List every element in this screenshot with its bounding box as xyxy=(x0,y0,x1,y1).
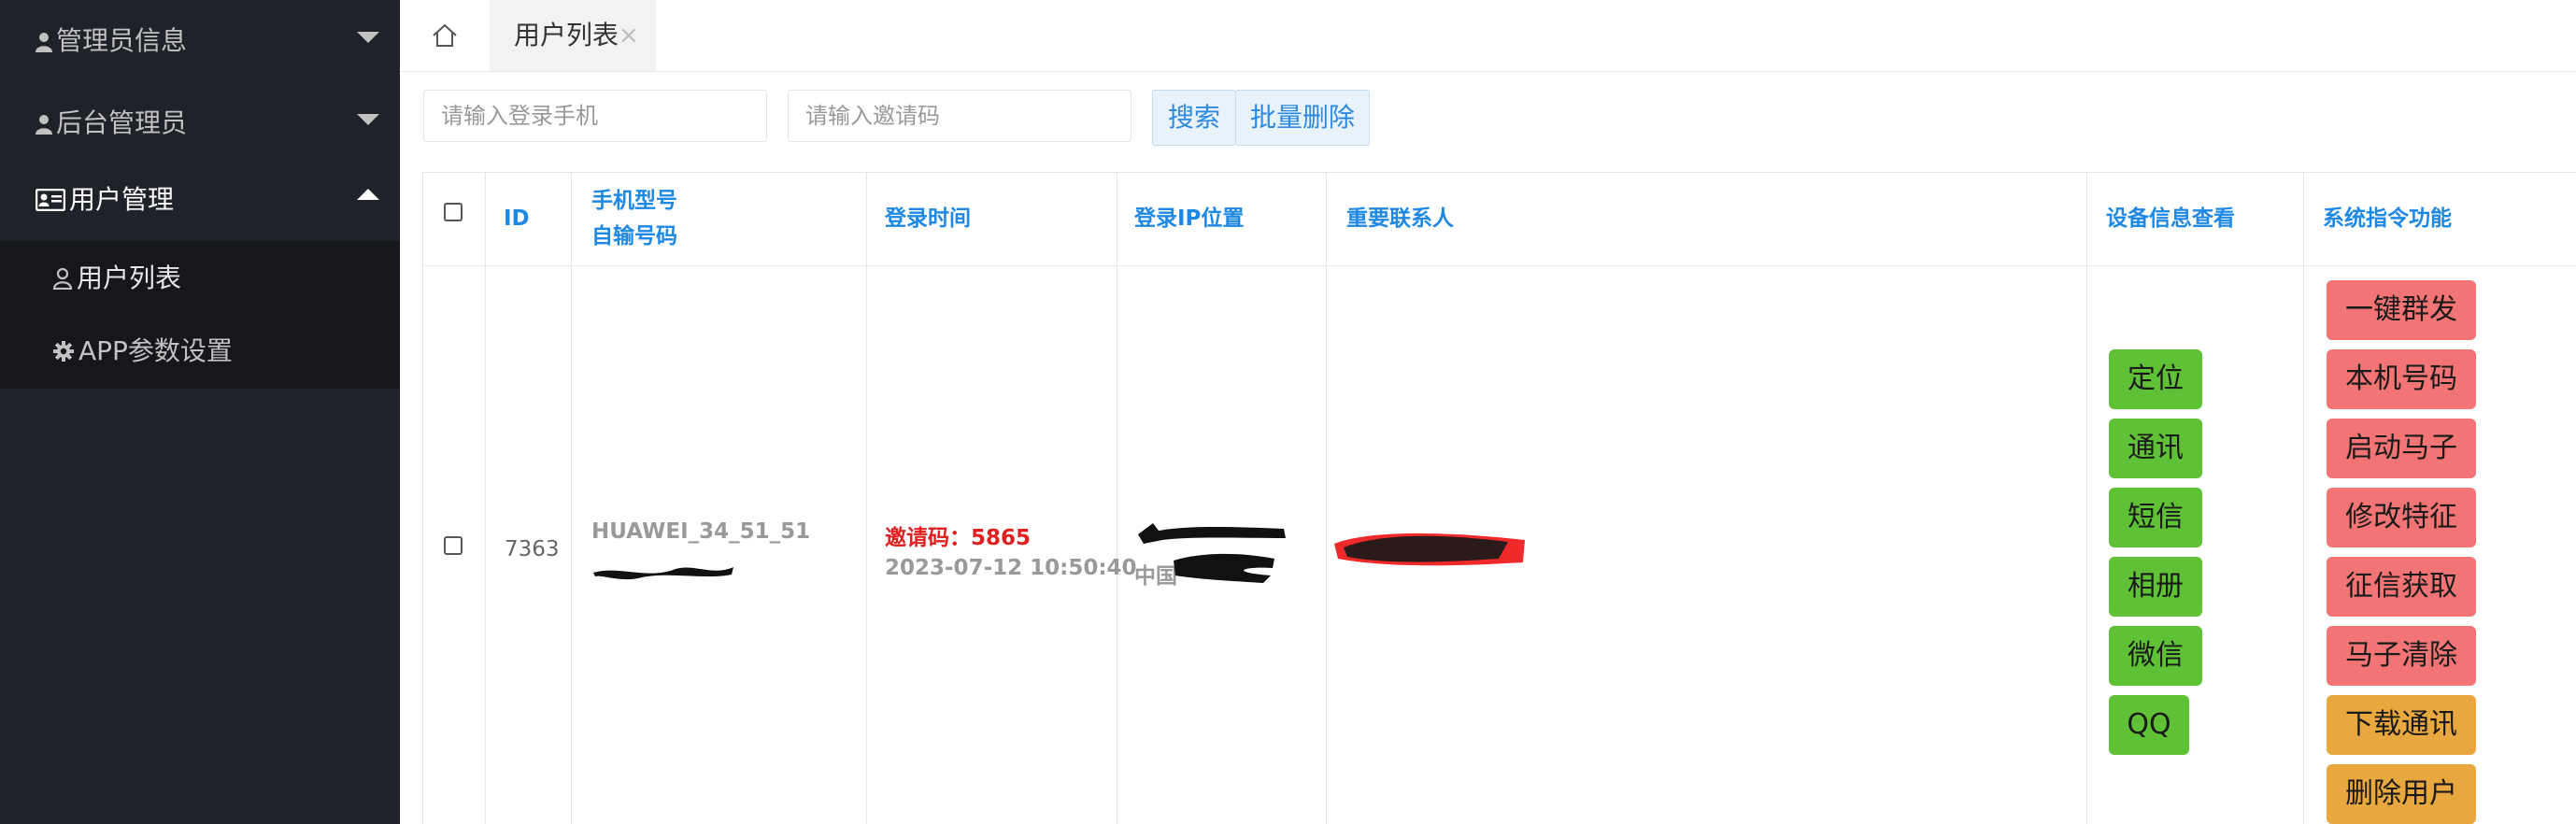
trojan-clear-button[interactable]: 马子清除 xyxy=(2327,626,2476,686)
redacted-contacts xyxy=(1334,533,1525,566)
row-login-time: 2023-07-12 10:50:40 xyxy=(885,556,1137,580)
tab-user-list[interactable]: 用户列表 × xyxy=(490,0,656,71)
row-model: HUAWEI_34_51_51 xyxy=(591,519,811,544)
select-all-checkbox[interactable] xyxy=(444,203,463,221)
sidebar-item-label: APP参数设置 xyxy=(78,335,233,366)
header-device-info: 设备信息查看 xyxy=(2106,206,2235,231)
header-model-sub: 自输号码 xyxy=(591,224,677,249)
sms-button[interactable]: 短信 xyxy=(2109,488,2202,547)
table-border xyxy=(422,172,2576,173)
table-border xyxy=(422,265,2576,266)
gear-icon xyxy=(53,341,74,362)
sidebar-group-backend-admin[interactable]: 后台管理员 xyxy=(0,82,400,164)
row-invite-code: 邀请码：5865 xyxy=(885,526,1032,550)
redacted-ip xyxy=(1138,523,1286,544)
tab-label: 用户列表 xyxy=(514,20,619,50)
table-border xyxy=(2303,172,2304,824)
batch-delete-button[interactable]: 批量删除 xyxy=(1235,90,1370,146)
header-commands: 系统指令功能 xyxy=(2323,206,2452,231)
table-border xyxy=(2086,172,2087,824)
table-border xyxy=(422,172,423,824)
table-border xyxy=(485,172,486,824)
redacted-number xyxy=(593,567,733,580)
sidebar-submenu: 用户列表 APP参数设置 xyxy=(0,241,400,389)
credit-fetch-button[interactable]: 征信获取 xyxy=(2327,557,2476,617)
redacted-ip-location xyxy=(1174,553,1274,583)
sidebar-item-user-list[interactable]: 用户列表 xyxy=(52,258,181,295)
sidebar: 管理员信息 后台管理员 用户管理 用户列表 APP参数设置 xyxy=(0,0,400,824)
qq-button[interactable]: QQ xyxy=(2109,695,2189,755)
header-login-ip: 登录IP位置 xyxy=(1134,206,1245,231)
user-table xyxy=(422,172,2576,824)
sidebar-group-user-management[interactable]: 用户管理 xyxy=(0,159,400,241)
chevron-down-icon xyxy=(357,114,379,125)
row-checkbox[interactable] xyxy=(444,536,463,555)
row-id: 7363 xyxy=(505,537,560,561)
id-card-icon xyxy=(35,188,66,212)
header-contacts: 重要联系人 xyxy=(1346,206,1454,231)
local-number-button[interactable]: 本机号码 xyxy=(2327,349,2476,409)
table-border xyxy=(1326,172,1327,824)
header-login-time: 登录时间 xyxy=(885,206,971,231)
download-contacts-button[interactable]: 下载通讯 xyxy=(2327,695,2476,755)
mass-send-button[interactable]: 一键群发 xyxy=(2327,280,2476,340)
tab-bar: 用户列表 × xyxy=(400,0,2576,72)
delete-user-button[interactable]: 删除用户 xyxy=(2327,764,2476,824)
header-model: 手机型号 xyxy=(591,189,677,213)
tab-home[interactable] xyxy=(400,0,490,71)
locate-button[interactable]: 定位 xyxy=(2109,349,2202,409)
table-border xyxy=(571,172,572,824)
sidebar-item-app-settings[interactable]: APP参数设置 xyxy=(52,331,233,368)
home-icon xyxy=(433,23,457,47)
search-button[interactable]: 搜索 xyxy=(1152,90,1236,146)
sidebar-group-admin-info[interactable]: 管理员信息 xyxy=(0,0,400,82)
wechat-button[interactable]: 微信 xyxy=(2109,626,2202,686)
sidebar-item-label: 用户列表 xyxy=(77,263,182,293)
contacts-button[interactable]: 通讯 xyxy=(2109,419,2202,478)
user-icon xyxy=(36,115,52,135)
sidebar-group-label: 后台管理员 xyxy=(56,107,188,138)
modify-feature-button[interactable]: 修改特征 xyxy=(2327,488,2476,547)
sidebar-group-label: 管理员信息 xyxy=(56,25,188,56)
sidebar-group-label: 用户管理 xyxy=(69,184,175,215)
chevron-up-icon xyxy=(357,189,379,200)
phone-search-input[interactable] xyxy=(423,90,767,142)
chevron-down-icon xyxy=(357,32,379,43)
header-id: ID xyxy=(504,206,530,231)
album-button[interactable]: 相册 xyxy=(2109,557,2202,617)
user-outline-icon xyxy=(52,267,73,291)
close-icon[interactable]: × xyxy=(619,0,639,71)
table-border xyxy=(866,172,867,824)
user-icon xyxy=(36,33,52,52)
invite-code-input[interactable] xyxy=(788,90,1131,142)
start-trojan-button[interactable]: 启动马子 xyxy=(2327,419,2476,478)
